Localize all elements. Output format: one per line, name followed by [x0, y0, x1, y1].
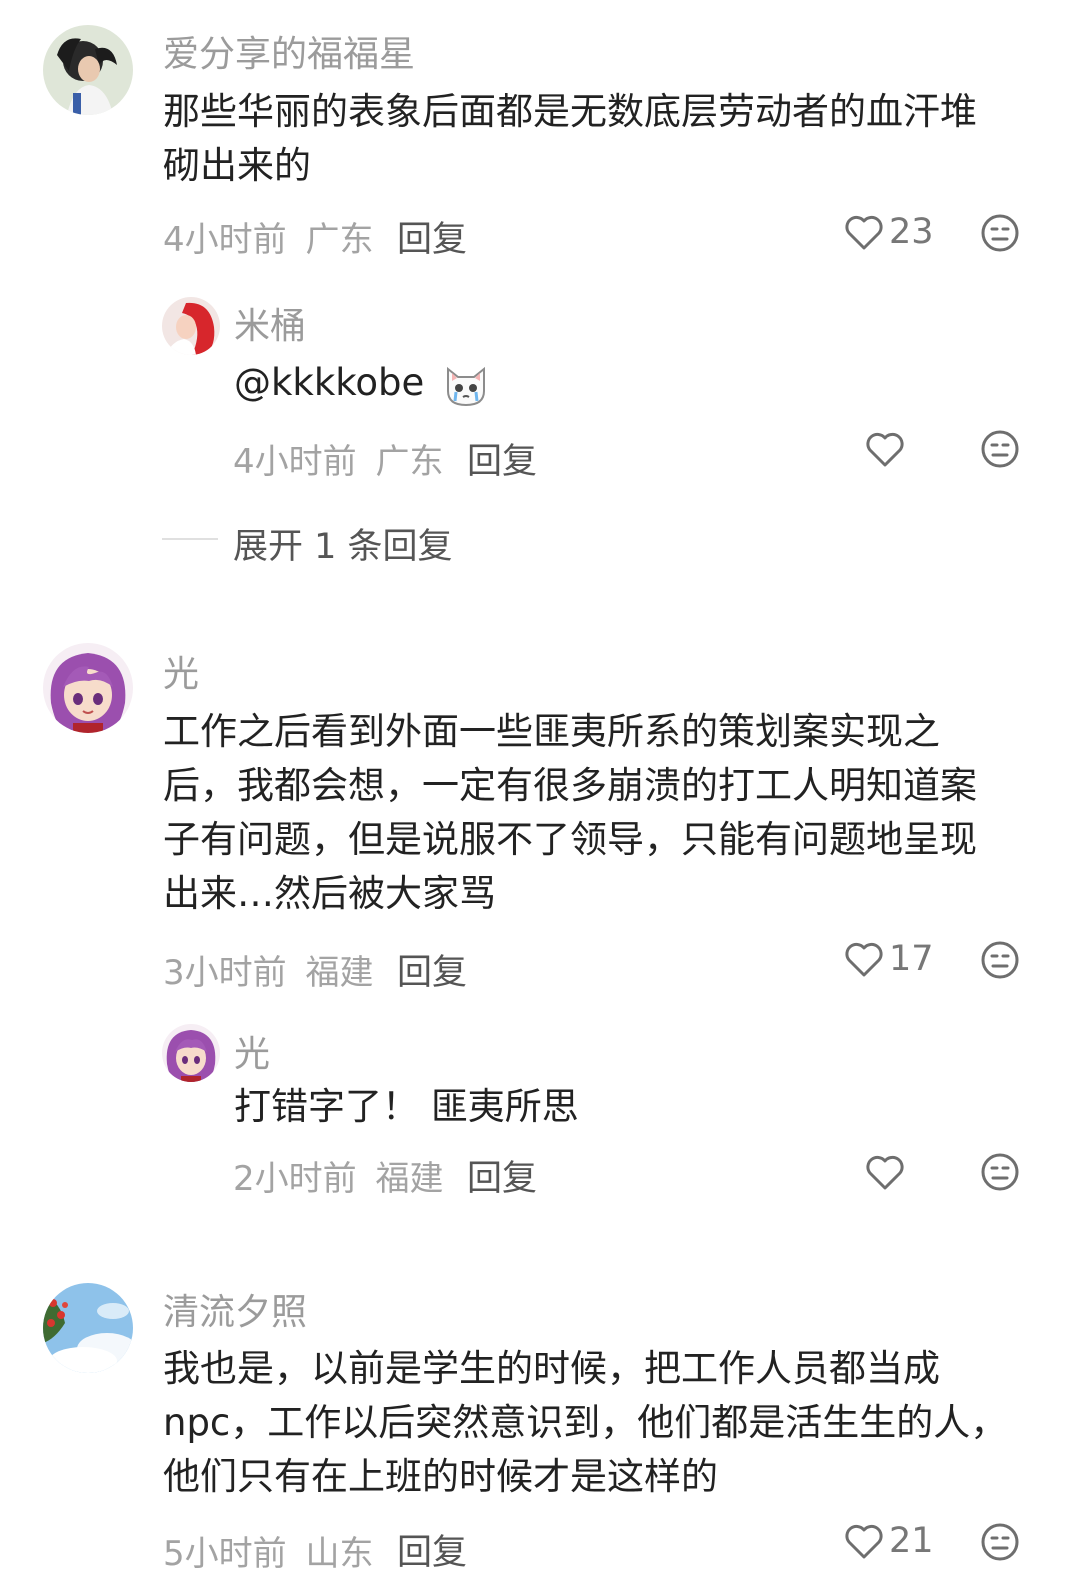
- username[interactable]: 米桶: [234, 297, 306, 349]
- heart-icon: [866, 432, 904, 467]
- reply-button[interactable]: 回复: [467, 1150, 537, 1201]
- dislike-button[interactable]: [980, 1152, 1020, 1192]
- reply-button[interactable]: 回复: [397, 1524, 467, 1575]
- neutral-face-icon: [981, 214, 1019, 252]
- heart-icon: [866, 1155, 904, 1190]
- like-count: 17: [889, 939, 934, 979]
- like-count: 21: [889, 1521, 934, 1561]
- reply-meta: 2小时前 福建: [233, 1151, 443, 1200]
- dislike-button[interactable]: [980, 213, 1020, 253]
- neutral-face-icon: [981, 1153, 1019, 1191]
- heart-icon: [845, 1524, 883, 1559]
- heart-icon: [845, 215, 883, 250]
- comment-meta: 4小时前 广东: [163, 212, 373, 261]
- username[interactable]: 光: [163, 645, 199, 697]
- expand-divider: [162, 538, 218, 540]
- crying-cat-emoji: [442, 361, 490, 409]
- comment-location: 山东: [305, 1534, 374, 1574]
- comment-location: 福建: [305, 953, 374, 993]
- expand-replies-button[interactable]: 展开 1 条回复: [233, 518, 453, 569]
- mention-link[interactable]: @kkkkobe: [234, 361, 424, 404]
- comment-text: 工作之后看到外面一些匪夷所系的策划案实现之后，我都会想，一定有很多崩溃的打工人明…: [163, 710, 977, 915]
- like-button[interactable]: 17: [843, 939, 934, 979]
- comment-time: 5小时前: [163, 1534, 287, 1574]
- reply-button[interactable]: 回复: [467, 433, 537, 484]
- like-button[interactable]: 21: [843, 1521, 934, 1561]
- reply-time: 4小时前: [233, 442, 357, 482]
- avatar[interactable]: [43, 643, 133, 733]
- reply-meta: 4小时前 广东: [233, 434, 443, 483]
- reply-location: 福建: [375, 1159, 444, 1199]
- neutral-face-icon: [981, 941, 1019, 979]
- avatar[interactable]: [162, 1024, 220, 1082]
- dislike-button[interactable]: [980, 1522, 1020, 1562]
- reply-time: 2小时前: [233, 1159, 357, 1199]
- like-button[interactable]: [864, 1152, 910, 1192]
- avatar[interactable]: [162, 297, 220, 355]
- username[interactable]: 光: [234, 1025, 270, 1077]
- reply-text: @kkkkobe: [234, 356, 1014, 410]
- neutral-face-icon: [981, 1523, 1019, 1561]
- reply-button[interactable]: 回复: [397, 944, 467, 995]
- comment-text: 我也是，以前是学生的时候，把工作人员都当成npc，工作以后突然意识到，他们都是活…: [163, 1347, 1008, 1498]
- comment-time: 3小时前: [163, 953, 287, 993]
- avatar[interactable]: [43, 25, 133, 115]
- neutral-face-icon: [981, 430, 1019, 468]
- comment-meta: 3小时前 福建: [163, 945, 373, 994]
- reply-location: 广东: [375, 442, 444, 482]
- reply-text: 打错字了！ 匪夷所思: [234, 1085, 579, 1128]
- like-count: 23: [889, 212, 934, 252]
- comment-location: 广东: [305, 220, 374, 260]
- dislike-button[interactable]: [980, 940, 1020, 980]
- heart-icon: [845, 942, 883, 977]
- avatar[interactable]: [43, 1283, 133, 1373]
- like-button[interactable]: 23: [843, 212, 934, 252]
- username[interactable]: 爱分享的福福星: [163, 25, 415, 77]
- comment-text: 那些华丽的表象后面都是无数底层劳动者的血汗堆砌出来的: [163, 90, 977, 187]
- dislike-button[interactable]: [980, 429, 1020, 469]
- reply-button[interactable]: 回复: [397, 211, 467, 262]
- comment-time: 4小时前: [163, 220, 287, 260]
- username[interactable]: 清流夕照: [163, 1283, 307, 1335]
- like-button[interactable]: [864, 429, 910, 469]
- comment-meta: 5小时前 山东: [163, 1526, 373, 1575]
